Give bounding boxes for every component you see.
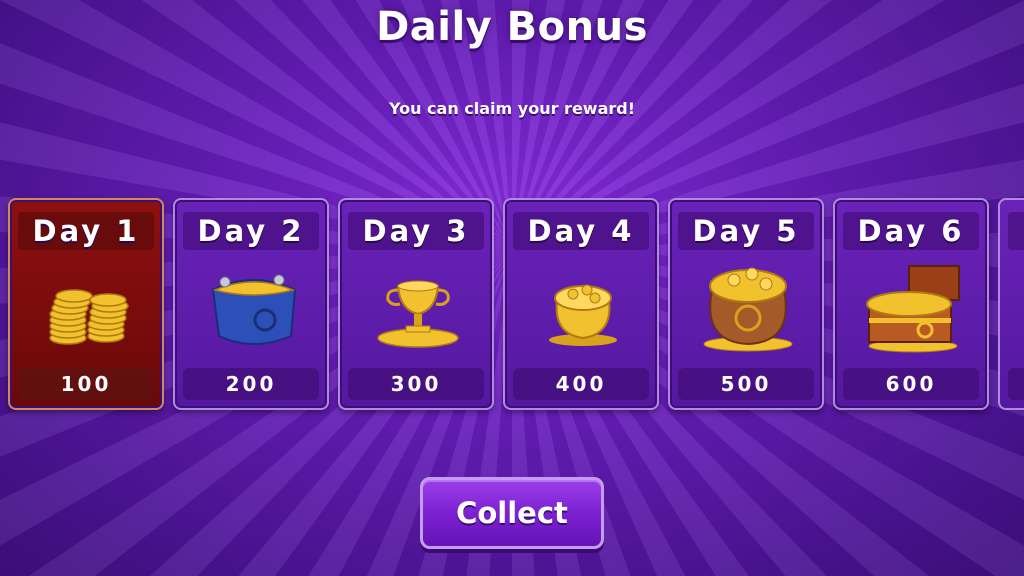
reward-amount: 500	[678, 368, 814, 400]
gold-pot-icon	[549, 284, 617, 346]
coin-stack-icon	[49, 289, 129, 345]
reward-card-day-1[interactable]: Day 1 100	[8, 198, 164, 410]
reward-amount: 400	[513, 368, 649, 400]
collect-button[interactable]: Collect	[420, 477, 604, 549]
coin-purse-icon	[211, 274, 297, 345]
page-title: Daily Bonus	[376, 4, 648, 50]
day-label: Day 2	[183, 212, 319, 250]
reward-amount: 300	[348, 368, 484, 400]
reward-amount: 200	[183, 368, 319, 400]
reward-card-day-6[interactable]: Day 6 600	[833, 198, 989, 410]
day-label: Day 1	[18, 212, 154, 250]
reward-amount: 600	[843, 368, 979, 400]
reward-card-day-4[interactable]: Day 4 400	[503, 198, 659, 410]
day-label: Day 6	[843, 212, 979, 250]
reward-card-day-3[interactable]: Day 3 300	[338, 198, 494, 410]
day-label: Day 3	[348, 212, 484, 250]
reward-amount: 100	[18, 368, 154, 400]
reward-card-day-2[interactable]: Day 2 200	[173, 198, 329, 410]
reward-card-day-5[interactable]: Day 5 500	[668, 198, 824, 410]
reward-amount-partial	[1008, 368, 1024, 400]
treasure-chest-icon	[866, 265, 960, 353]
reward-subtitle: You can claim your reward!	[388, 99, 636, 118]
reward-card-day-7-partial[interactable]	[998, 198, 1024, 410]
day-label-partial	[1008, 212, 1024, 250]
gold-sack-icon	[703, 267, 793, 352]
day-label: Day 5	[678, 212, 814, 250]
day-label: Day 4	[513, 212, 649, 250]
gold-trophy-icon	[377, 280, 459, 348]
